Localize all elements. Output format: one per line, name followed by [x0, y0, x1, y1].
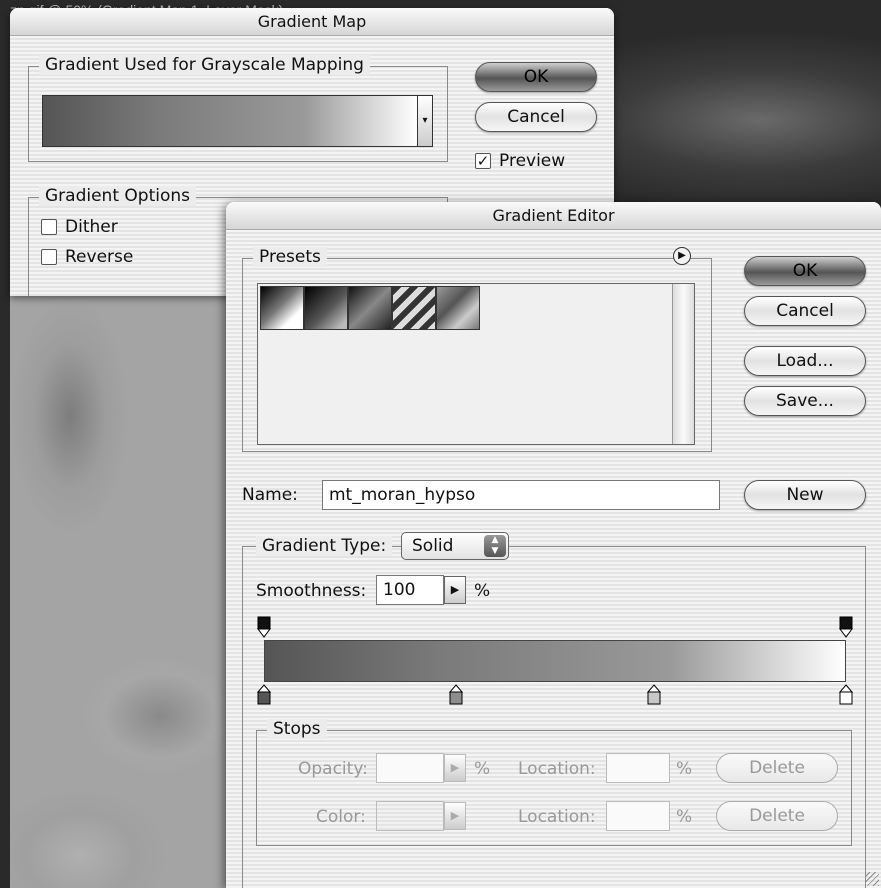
resize-grip-icon[interactable] [865, 872, 879, 886]
opacity-stop-0[interactable] [257, 616, 271, 638]
gradient-map-titlebar[interactable]: Gradient Map [10, 8, 614, 36]
dither-checkbox[interactable] [41, 219, 57, 235]
color-stop-1[interactable] [448, 684, 464, 706]
gradient-name-field[interactable]: mt_moran_hypso [322, 480, 720, 510]
color-label: Color: [316, 807, 366, 827]
gradient-mapping-group: Gradient Used for Grayscale Mapping ▾ [28, 55, 448, 162]
dither-label: Dither [65, 217, 118, 237]
opacity-location-percent: % [676, 759, 693, 779]
color-stop-0[interactable] [256, 684, 272, 706]
reverse-label: Reverse [65, 247, 134, 267]
preset-swatch-1[interactable] [304, 286, 348, 330]
color-stop-3[interactable] [838, 684, 854, 706]
presets-label: Presets [253, 247, 327, 267]
gradient-type-value: Solid [412, 536, 454, 556]
opacity-location-label: Location: [518, 759, 596, 779]
opacity-slider-arrow[interactable]: ▶ [444, 754, 466, 782]
gradient-editor-titlebar[interactable]: Gradient Editor [226, 202, 881, 230]
gradient-map-cancel-button[interactable]: Cancel [475, 102, 597, 132]
gradient-mapping-group-label: Gradient Used for Grayscale Mapping [39, 55, 370, 75]
document-canvas [10, 296, 230, 888]
opacity-delete-button[interactable]: Delete [716, 753, 838, 783]
opacity-field[interactable] [376, 753, 444, 783]
color-location-label: Location: [518, 807, 596, 827]
editor-cancel-button[interactable]: Cancel [744, 296, 866, 326]
gradient-preview-swatch[interactable] [42, 95, 418, 147]
opacity-label: Opacity: [298, 759, 368, 779]
color-delete-button[interactable]: Delete [716, 801, 838, 831]
gradient-type-label: Gradient Type: [256, 536, 393, 556]
preview-checkbox[interactable]: ✓ [475, 153, 491, 169]
opacity-location-field[interactable] [606, 753, 670, 783]
gradient-picker-dropdown[interactable]: ▾ [417, 95, 433, 147]
opacity-stop-1[interactable] [839, 616, 853, 638]
stops-label: Stops [267, 719, 327, 739]
color-swatch-field[interactable] [376, 801, 444, 831]
name-label: Name: [242, 485, 298, 505]
color-stop-2[interactable] [646, 684, 662, 706]
smoothness-slider-arrow[interactable]: ▶ [444, 576, 466, 604]
preview-label: Preview [499, 151, 566, 171]
smoothness-label: Smoothness: [256, 581, 367, 601]
color-picker-arrow[interactable]: ▶ [444, 802, 466, 830]
gradient-bar[interactable] [264, 640, 846, 682]
preset-swatch-3[interactable] [392, 286, 436, 330]
preset-swatch-0[interactable] [260, 286, 304, 330]
smoothness-field[interactable]: 100 [376, 575, 444, 605]
color-location-percent: % [676, 807, 693, 827]
new-button[interactable]: New [744, 480, 866, 510]
reverse-checkbox[interactable] [41, 249, 57, 265]
presets-scrollbar[interactable] [672, 284, 694, 444]
smoothness-percent: % [474, 581, 491, 601]
save-button[interactable]: Save... [744, 386, 866, 416]
color-location-field[interactable] [606, 801, 670, 831]
opacity-percent: % [474, 759, 491, 779]
editor-ok-button[interactable]: OK [744, 256, 866, 286]
presets-group: Presets ▶ [242, 247, 712, 452]
gradient-map-ok-button[interactable]: OK [475, 62, 597, 92]
select-stepper-icon: ▲ ▼ [484, 535, 506, 557]
gradient-options-label: Gradient Options [39, 186, 196, 206]
preset-swatch-2[interactable] [348, 286, 392, 330]
presets-list[interactable] [257, 283, 695, 445]
gradient-type-select[interactable]: Solid ▲ ▼ [401, 532, 509, 560]
load-button[interactable]: Load... [744, 346, 866, 376]
gradient-editor-dialog: Gradient Editor Presets ▶ OK Cancel Load… [226, 202, 881, 888]
presets-menu-icon[interactable]: ▶ [673, 247, 691, 265]
preset-swatch-4[interactable] [436, 286, 480, 330]
